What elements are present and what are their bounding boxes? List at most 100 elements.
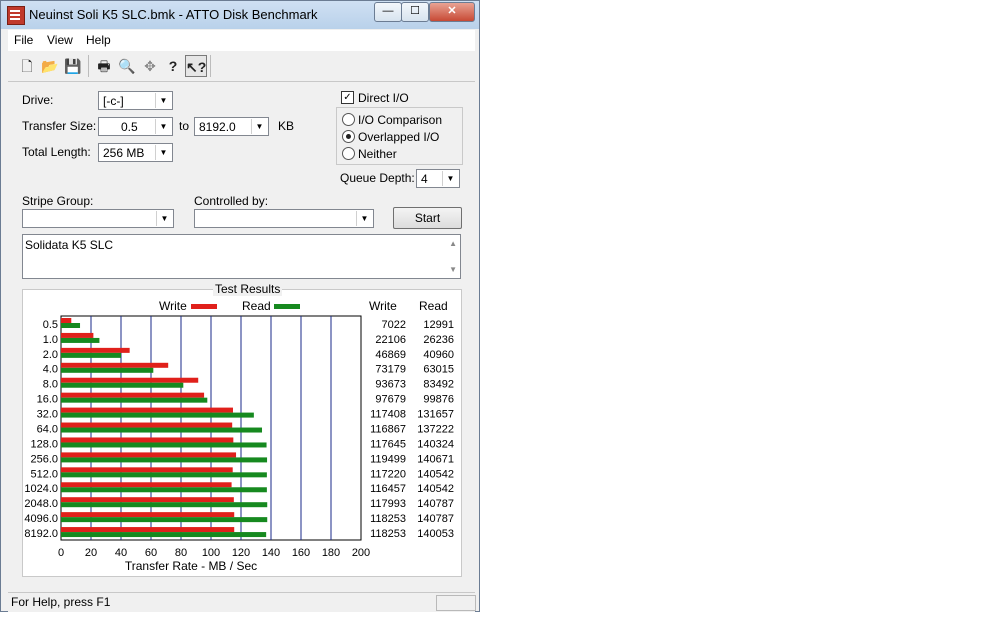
write-value-label: 46869 [375,349,406,361]
read-value-label: 140053 [417,528,454,540]
legend-swatch-write [191,304,217,309]
transfer-from-value: 0.5 [121,120,138,134]
stripe-group-select[interactable]: ▼ [22,209,174,228]
description-textarea[interactable]: Solidata K5 SLC ▲ ▼ [22,234,461,279]
read-value-label: 131657 [417,409,454,421]
menu-bar: File View Help [8,30,475,51]
y-tick-label: 1.0 [43,334,58,346]
atto-app-icon [7,6,25,25]
kb-label: KB [278,119,295,133]
bar-write [61,332,94,338]
bar-read [61,427,263,433]
y-tick-label: 2048.0 [24,498,58,510]
write-column-header: Write [369,299,397,313]
total-length-label: Total Length: [22,145,91,159]
menu-help[interactable]: Help [86,33,111,47]
resize-grip-icon[interactable] [436,595,476,611]
overlapped-io-radio[interactable] [342,130,355,143]
transfer-size-to-select[interactable]: 8192.0 ▼ [194,117,269,136]
bar-read [61,487,267,493]
write-value-label: 118253 [370,513,406,525]
x-tick-label: 40 [115,547,127,559]
bar-write [61,377,199,383]
transfer-rate-chart: Write Read Write Read 0.5 7022 12991 1.0 22106… [24,299,454,573]
close-button[interactable]: ✕ [429,2,475,22]
transfer-size-label: Transfer Size: [22,119,97,133]
controlled-by-select[interactable]: ▼ [194,209,374,228]
save-icon[interactable]: 💾 [62,55,84,77]
x-tick-label: 200 [352,547,370,559]
overlapped-io-label: Overlapped I/O [358,130,440,144]
bar-write [61,407,233,413]
context-help-icon[interactable]: ↖? [185,55,207,77]
chevron-down-icon: ▼ [251,119,267,134]
x-tick-label: 20 [85,547,97,559]
x-tick-label: 100 [202,547,220,559]
bar-write [61,347,130,353]
print-icon[interactable]: 🖶 [93,55,115,77]
maximize-button[interactable]: ☐ [401,2,429,22]
write-value-label: 22106 [375,334,406,346]
neither-radio[interactable] [342,147,355,160]
y-tick-label: 1024.0 [24,483,58,495]
queue-depth-select[interactable]: 4 ▼ [416,169,460,188]
read-value-label: 140324 [417,438,454,450]
read-value-label: 140671 [417,453,454,465]
drive-select[interactable]: [-c-] ▼ [98,91,173,110]
y-tick-label: 4.0 [43,364,58,376]
status-text: For Help, press F1 [11,595,111,609]
open-icon[interactable]: 📂 [39,55,61,77]
write-value-label: 7022 [382,319,406,331]
drive-value: [-c-] [103,94,124,108]
bar-read [61,352,121,358]
chevron-down-icon: ▼ [356,211,372,226]
y-tick-label: 64.0 [37,423,58,435]
menu-view[interactable]: View [47,33,73,47]
start-button[interactable]: Start [393,207,462,229]
transfer-size-from-select[interactable]: 0.5 ▼ [98,117,173,136]
x-tick-label: 80 [175,547,187,559]
scroll-up-icon[interactable]: ▲ [449,239,457,248]
new-icon[interactable]: 🗋 [16,55,38,77]
write-value-label: 117993 [370,498,406,510]
to-label: to [179,119,190,133]
x-axis-label: Transfer Rate - MB / Sec [125,559,257,573]
bar-read [61,532,267,538]
chevron-down-icon: ▼ [155,119,171,134]
test-results-group: Test Results Write Read Write Read 0.5 7022… [22,282,462,577]
y-tick-label: 8192.0 [24,528,58,540]
move-icon[interactable]: ✥ [139,55,161,77]
bar-read [61,412,254,418]
io-comparison-radio[interactable] [342,113,355,126]
read-value-label: 12991 [423,319,454,331]
bar-read [61,337,100,343]
y-tick-label: 4096.0 [24,513,58,525]
direct-io-checkbox[interactable]: ✓ [341,91,354,104]
help-icon[interactable]: ? [162,55,184,77]
read-value-label: 83492 [423,379,454,391]
menu-file[interactable]: File [14,33,33,47]
total-length-select[interactable]: 256 MB ▼ [98,143,173,162]
write-value-label: 119499 [370,453,406,465]
y-tick-label: 2.0 [43,349,58,361]
bar-write [61,318,72,323]
toolbar-separator [210,55,211,77]
bar-read [61,367,154,373]
minimize-button[interactable]: — [374,2,402,22]
legend-label-write: Write [159,299,187,313]
bar-read [61,517,268,523]
scroll-down-icon[interactable]: ▼ [449,265,457,274]
description-text: Solidata K5 SLC [25,238,114,252]
read-column-header: Read [419,299,448,313]
x-tick-label: 160 [292,547,310,559]
x-tick-label: 0 [58,547,64,559]
controlled-by-label: Controlled by: [194,194,269,208]
y-tick-label: 128.0 [30,438,58,450]
write-value-label: 116867 [370,423,406,435]
chevron-down-icon: ▼ [155,145,171,160]
title-bar[interactable]: Neuinst Soli K5 SLC.bmk - ATTO Disk Benc… [1,1,479,29]
print-preview-icon[interactable]: 🔍 [116,55,138,77]
legend-swatch-read [274,304,300,309]
write-value-label: 93673 [375,379,406,391]
transfer-to-value: 8192.0 [199,120,236,134]
